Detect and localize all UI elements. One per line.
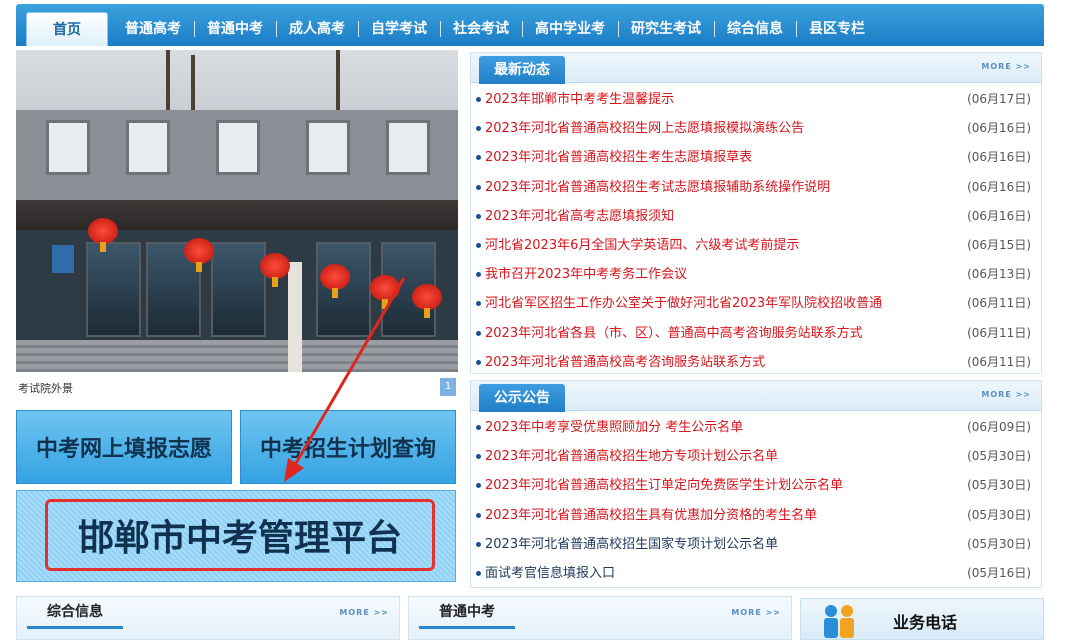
photo-window [126,120,170,175]
nav-academic-test[interactable]: 高中学业考 [522,12,618,46]
photo-door [316,242,371,337]
announcements-header: 公示公告 MORE >> [471,381,1041,412]
lantern-icon [320,264,350,298]
announcements-list: 2023年中考享受优惠照顾加分 考生公示名单 (06月09日) 2023年河北省普… [471,411,1041,588]
nav-gaokao[interactable]: 普通高考 [112,12,194,46]
general-info-more-link[interactable]: MORE >> [339,608,389,617]
nav-adult-exam[interactable]: 成人高考 [276,12,358,46]
list-item[interactable]: 2023年河北省普通高校招生考试志愿填报辅助系统操作说明 (06月16日) [471,173,1041,202]
photo-caption-row: 考试院外景 1 [16,378,458,398]
announcements-panel: 公示公告 MORE >> 2023年中考享受优惠照顾加分 考生公示名单 (06月0… [470,380,1042,588]
photo-wall-sign [52,245,74,273]
business-phone-panel: 业务电话 [800,598,1044,640]
lantern-icon [370,275,400,309]
list-item[interactable]: 2023年河北省普通高校招生网上志愿填报模拟演练公告 (06月16日) [471,114,1041,143]
nav-home[interactable]: 首页 [26,12,108,46]
latest-news-panel: 最新动态 MORE >> 2023年邯郸市中考考生温馨提示 (06月17日) 20… [470,52,1042,374]
latest-news-title[interactable]: 最新动态 [479,56,565,84]
handan-zhongkao-platform-button[interactable]: 邯郸市中考管理平台 [16,490,456,582]
latest-news-header: 最新动态 MORE >> [471,53,1041,84]
list-item[interactable]: 2023年河北省各县（市、区）、普通高中高考咨询服务站联系方式 (06月11日) [471,319,1041,348]
lantern-icon [184,238,214,272]
list-item[interactable]: 2023年河北省普通高校招生订单定向免费医学生计划公示名单 (05月30日) [471,471,1041,500]
photo-window [306,120,350,175]
zhongkao-plan-query-button[interactable]: 中考招生计划查询 [240,410,456,484]
latest-news-more-link[interactable]: MORE >> [981,62,1031,71]
list-item[interactable]: 我市召开2023年中考考务工作会议 (06月13日) [471,260,1041,289]
announcements-more-link[interactable]: MORE >> [981,390,1031,399]
list-item[interactable]: 2023年中考享受优惠照顾加分 考生公示名单 (06月09日) [471,413,1041,442]
nav-general-info[interactable]: 综合信息 [714,12,796,46]
business-phone-title: 业务电话 [893,613,958,632]
photo-door [86,242,141,337]
zhongkao-online-volunteer-button[interactable]: 中考网上填报志愿 [16,410,232,484]
list-item[interactable]: 2023年河北省普通高校招生国家专项计划公示名单 (05月30日) [471,530,1041,559]
list-item[interactable]: 2023年河北省高考志愿填报须知 (06月16日) [471,202,1041,231]
lantern-icon [260,253,290,287]
building-photo[interactable] [16,50,458,372]
main-nav: 首页 普通高考 普通中考 成人高考 自学考试 社会考试 高中学业考 研究生考试 … [16,4,1044,46]
nav-social-exam[interactable]: 社会考试 [440,12,522,46]
photo-caption: 考试院外景 [18,382,73,395]
photo-window [46,120,90,175]
lantern-icon [412,284,442,318]
latest-news-list: 2023年邯郸市中考考生温馨提示 (06月17日) 2023年河北省普通高校招生网… [471,83,1041,377]
list-item[interactable]: 河北省2023年6月全国大学英语四、六级考试考前提示 (06月15日) [471,231,1041,260]
photo-door [211,242,266,337]
photo-plaque [288,262,302,372]
lantern-icon [88,218,118,252]
announcements-title[interactable]: 公示公告 [479,384,565,412]
list-item[interactable]: 2023年邯郸市中考考生温馨提示 (06月17日) [471,85,1041,114]
photo-window [216,120,260,175]
photo-window [386,120,430,175]
nav-self-study[interactable]: 自学考试 [358,12,440,46]
list-item[interactable]: 2023年河北省普通高校高考咨询服务站联系方式 (06月11日) [471,348,1041,377]
photo-tree [191,55,195,115]
list-item[interactable]: 2023年河北省普通高校招生地方专项计划公示名单 (05月30日) [471,442,1041,471]
photo-steps [16,340,458,372]
photo-canopy [16,200,458,230]
slide-page-badge[interactable]: 1 [440,378,456,396]
people-icon [824,605,854,638]
zhongkao-title[interactable]: 普通中考 [419,597,515,629]
zhongkao-panel: 普通中考 MORE >> [408,596,792,640]
list-item[interactable]: 河北省军区招生工作办公室关于做好河北省2023年军队院校招收普通 (06月11日) [471,289,1041,318]
platform-label: 邯郸市中考管理平台 [77,518,402,559]
platform-highlight-box: 邯郸市中考管理平台 [45,499,435,571]
general-info-title[interactable]: 综合信息 [27,597,123,629]
general-info-panel: 综合信息 MORE >> [16,596,400,640]
list-item[interactable]: 2023年河北省普通高校招生考生志愿填报草表 (06月16日) [471,143,1041,172]
list-item[interactable]: 2023年河北省普通高校招生具有优惠加分资格的考生名单 (05月30日) [471,501,1041,530]
zhongkao-plan-query-label: 中考招生计划查询 [259,437,436,462]
zhongkao-online-volunteer-label: 中考网上填报志愿 [35,437,212,462]
nav-county-column[interactable]: 县区专栏 [796,12,878,46]
list-item[interactable]: 面试考官信息填报入口 (05月16日) [471,559,1041,588]
nav-zhongkao[interactable]: 普通中考 [194,12,276,46]
nav-postgraduate[interactable]: 研究生考试 [618,12,714,46]
zhongkao-more-link[interactable]: MORE >> [731,608,781,617]
